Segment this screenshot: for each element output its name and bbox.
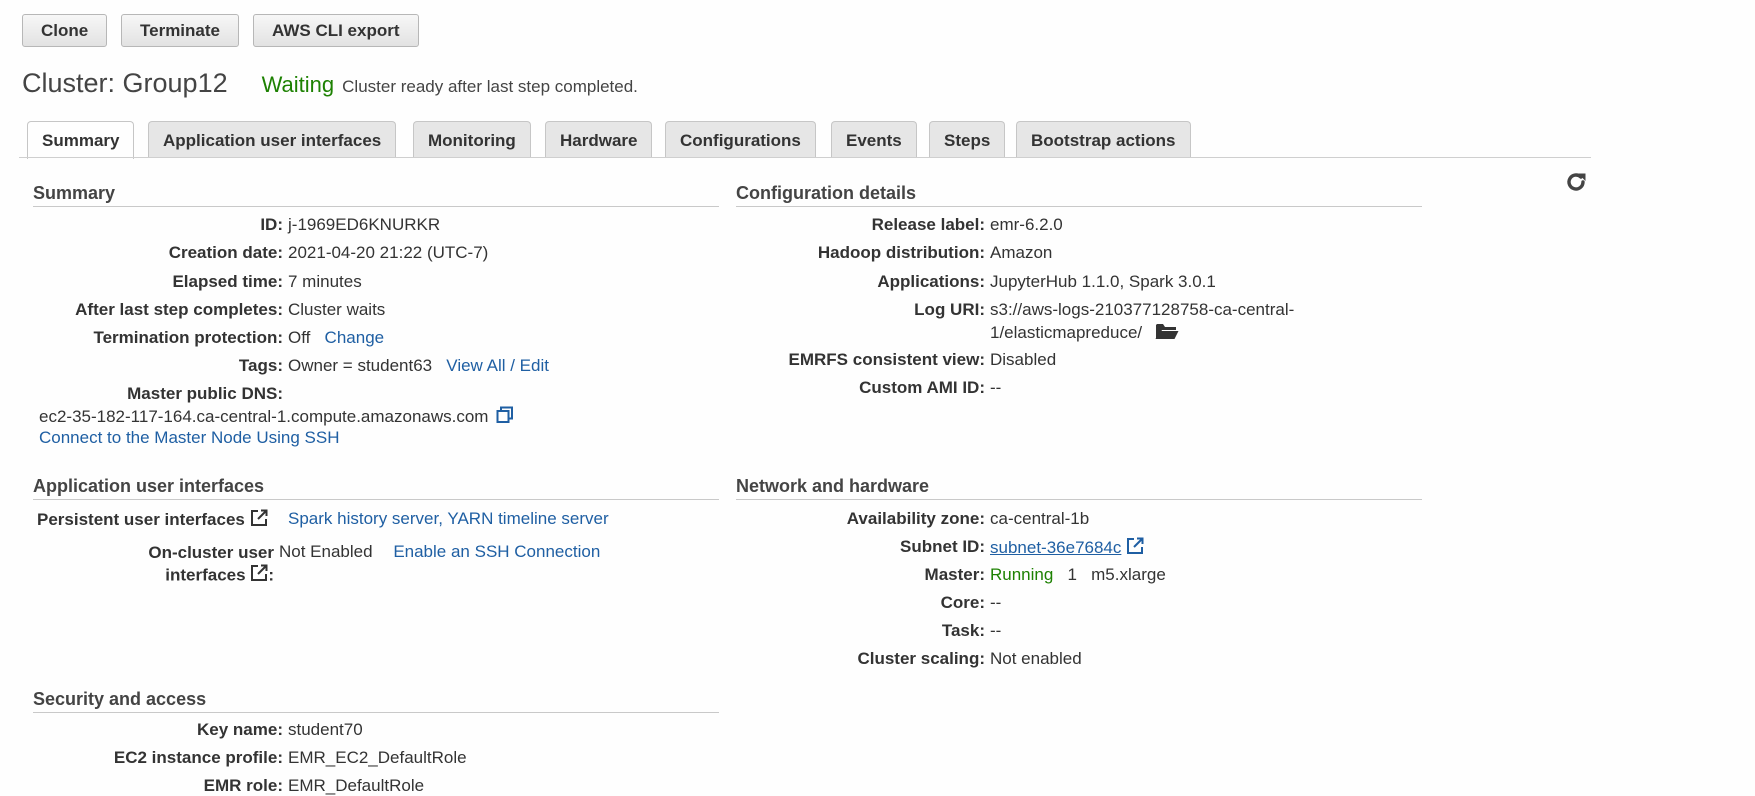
master-count: 1 [1067,565,1077,584]
log-uri-line-2: 1/elasticmapreduce/ [990,322,1143,342]
external-link-icon [250,509,268,532]
copy-icon[interactable] [496,406,514,429]
enable-ssh-connection-link[interactable]: Enable an SSH Connection [393,542,600,561]
on-cluster-ui-value: Not Enabled [279,542,373,561]
availability-zone-label: Availability zone: [846,509,985,528]
master-public-dns: ec2-35-182-117-164.ca-central-1.compute.… [39,406,489,426]
tab-divider [19,157,1591,158]
yarn-timeline-server-link[interactable]: YARN timeline server [447,509,608,528]
emr-role-label: EMR role: [203,776,283,795]
on-cluster-ui-label-line-1: On-cluster user [148,543,274,562]
core-label: Core: [940,593,985,612]
on-cluster-ui-label: On-cluster user interfaces : [148,542,274,588]
release-label-label: Release label: [871,215,985,234]
custom-ami-value: -- [990,378,1002,397]
termination-protection-value: Off [288,328,311,347]
key-name-label: Key name: [197,720,283,739]
master-status: Running [990,565,1054,584]
ec2-instance-profile-label: EC2 instance profile: [113,748,283,767]
view-edit-tags-link[interactable]: View All / Edit [446,356,549,375]
network-section-title: Network and hardware [736,476,1422,500]
subnet-id-label: Subnet ID: [900,537,985,556]
persistent-ui-label-row: Persistent user interfaces [37,509,268,532]
tab-monitoring[interactable]: Monitoring [413,121,531,158]
page-title: Cluster: Group12 [22,68,228,98]
ec2-instance-profile-value: EMR_EC2_DefaultRole [288,748,467,767]
cluster-id: j-1969ED6KNURKR [288,215,441,234]
hadoop-distribution-label: Hadoop distribution: [817,243,985,262]
creation-date: 2021-04-20 21:22 (UTC-7) [288,243,489,262]
custom-ami-label: Custom AMI ID: [859,378,985,397]
spark-history-server-link[interactable]: Spark history server [288,509,438,528]
master-label: Master: [924,565,985,584]
applications-label: Applications: [877,272,985,291]
master-instance-type: m5.xlarge [1091,565,1166,584]
emr-role-value: EMR_DefaultRole [288,776,425,795]
connect-ssh-link[interactable]: Connect to the Master Node Using SSH [39,428,339,448]
log-uri-label: Log URI: [914,300,985,319]
persistent-ui-links: Spark history server, YARN timeline serv… [288,509,609,529]
tab-configurations[interactable]: Configurations [665,121,816,158]
aws-cli-export-button[interactable]: AWS CLI export [253,14,419,47]
cluster-scaling-label: Cluster scaling: [857,649,985,668]
status-message: Cluster ready after last step completed. [342,77,638,96]
termination-protection-label: Termination protection: [93,328,283,347]
log-uri-line-2-row: 1/elasticmapreduce/ [990,322,1179,345]
summary-section-title: Summary [33,183,719,207]
refresh-icon[interactable] [1564,170,1588,199]
clone-button[interactable]: Clone [22,14,108,47]
emrfs-value: Disabled [990,350,1057,369]
cluster-scaling-value: Not enabled [990,649,1082,668]
hadoop-distribution-value: Amazon [990,243,1053,262]
persistent-ui-label: Persistent user interfaces [37,509,245,529]
task-label: Task: [941,621,985,640]
security-section-title: Security and access [33,689,719,713]
on-cluster-ui-colon: : [268,565,274,585]
applications-value: JupyterHub 1.1.0, Spark 3.0.1 [990,272,1216,291]
tab-hardware[interactable]: Hardware [545,121,653,158]
log-uri-line-1: s3://aws-logs-210377128758-ca-central- [990,300,1295,319]
release-label-value: emr-6.2.0 [990,215,1063,234]
availability-zone-value: ca-central-1b [990,509,1090,528]
key-name-value: student70 [288,720,363,739]
link-separator: , [438,509,443,528]
status-badge: Waiting [261,72,335,97]
elapsed-time: 7 minutes [288,272,362,291]
master-public-dns-label: Master public DNS: [127,384,283,403]
folder-icon[interactable] [1155,322,1179,345]
configuration-section-title: Configuration details [736,183,1422,207]
emrfs-label: EMRFS consistent view: [788,350,985,369]
tab-application-user-interfaces[interactable]: Application user interfaces [148,121,397,158]
tags-value: Owner = student63 [288,356,433,375]
app-ui-section-title: Application user interfaces [33,476,719,500]
after-last-step-label: After last step completes: [75,300,283,319]
elapsed-time-label: Elapsed time: [172,272,283,291]
tab-steps[interactable]: Steps [929,121,1006,158]
tab-summary[interactable]: Summary [27,121,135,159]
tab-events[interactable]: Events [831,121,917,158]
external-link-icon [250,564,268,588]
termination-protection-row: Off Change [288,328,384,348]
tags-label: Tags: [238,356,283,375]
id-label: ID: [260,215,283,234]
tags-row: Owner = student63 View All / Edit [288,356,549,376]
terminate-button[interactable]: Terminate [121,14,239,47]
master-row: Running 1 m5.xlarge [990,565,1166,585]
tab-bootstrap-actions[interactable]: Bootstrap actions [1016,121,1191,158]
master-dns-row: ec2-35-182-117-164.ca-central-1.compute.… [39,406,514,429]
external-link-icon[interactable] [1126,537,1144,560]
on-cluster-ui-label-line-2: interfaces [165,565,246,585]
change-termination-link[interactable]: Change [325,328,385,347]
creation-date-label: Creation date: [168,243,283,262]
subnet-id-link[interactable]: subnet-36e7684c [990,538,1121,557]
core-value: -- [990,593,1002,612]
cluster-header: Cluster: Group12 Waiting Cluster ready aft… [22,68,638,99]
task-value: -- [990,621,1002,640]
after-last-step-value: Cluster waits [288,300,386,319]
subnet-row: subnet-36e7684c [990,537,1144,560]
on-cluster-ui-row: Not Enabled Enable an SSH Connection [279,542,600,562]
